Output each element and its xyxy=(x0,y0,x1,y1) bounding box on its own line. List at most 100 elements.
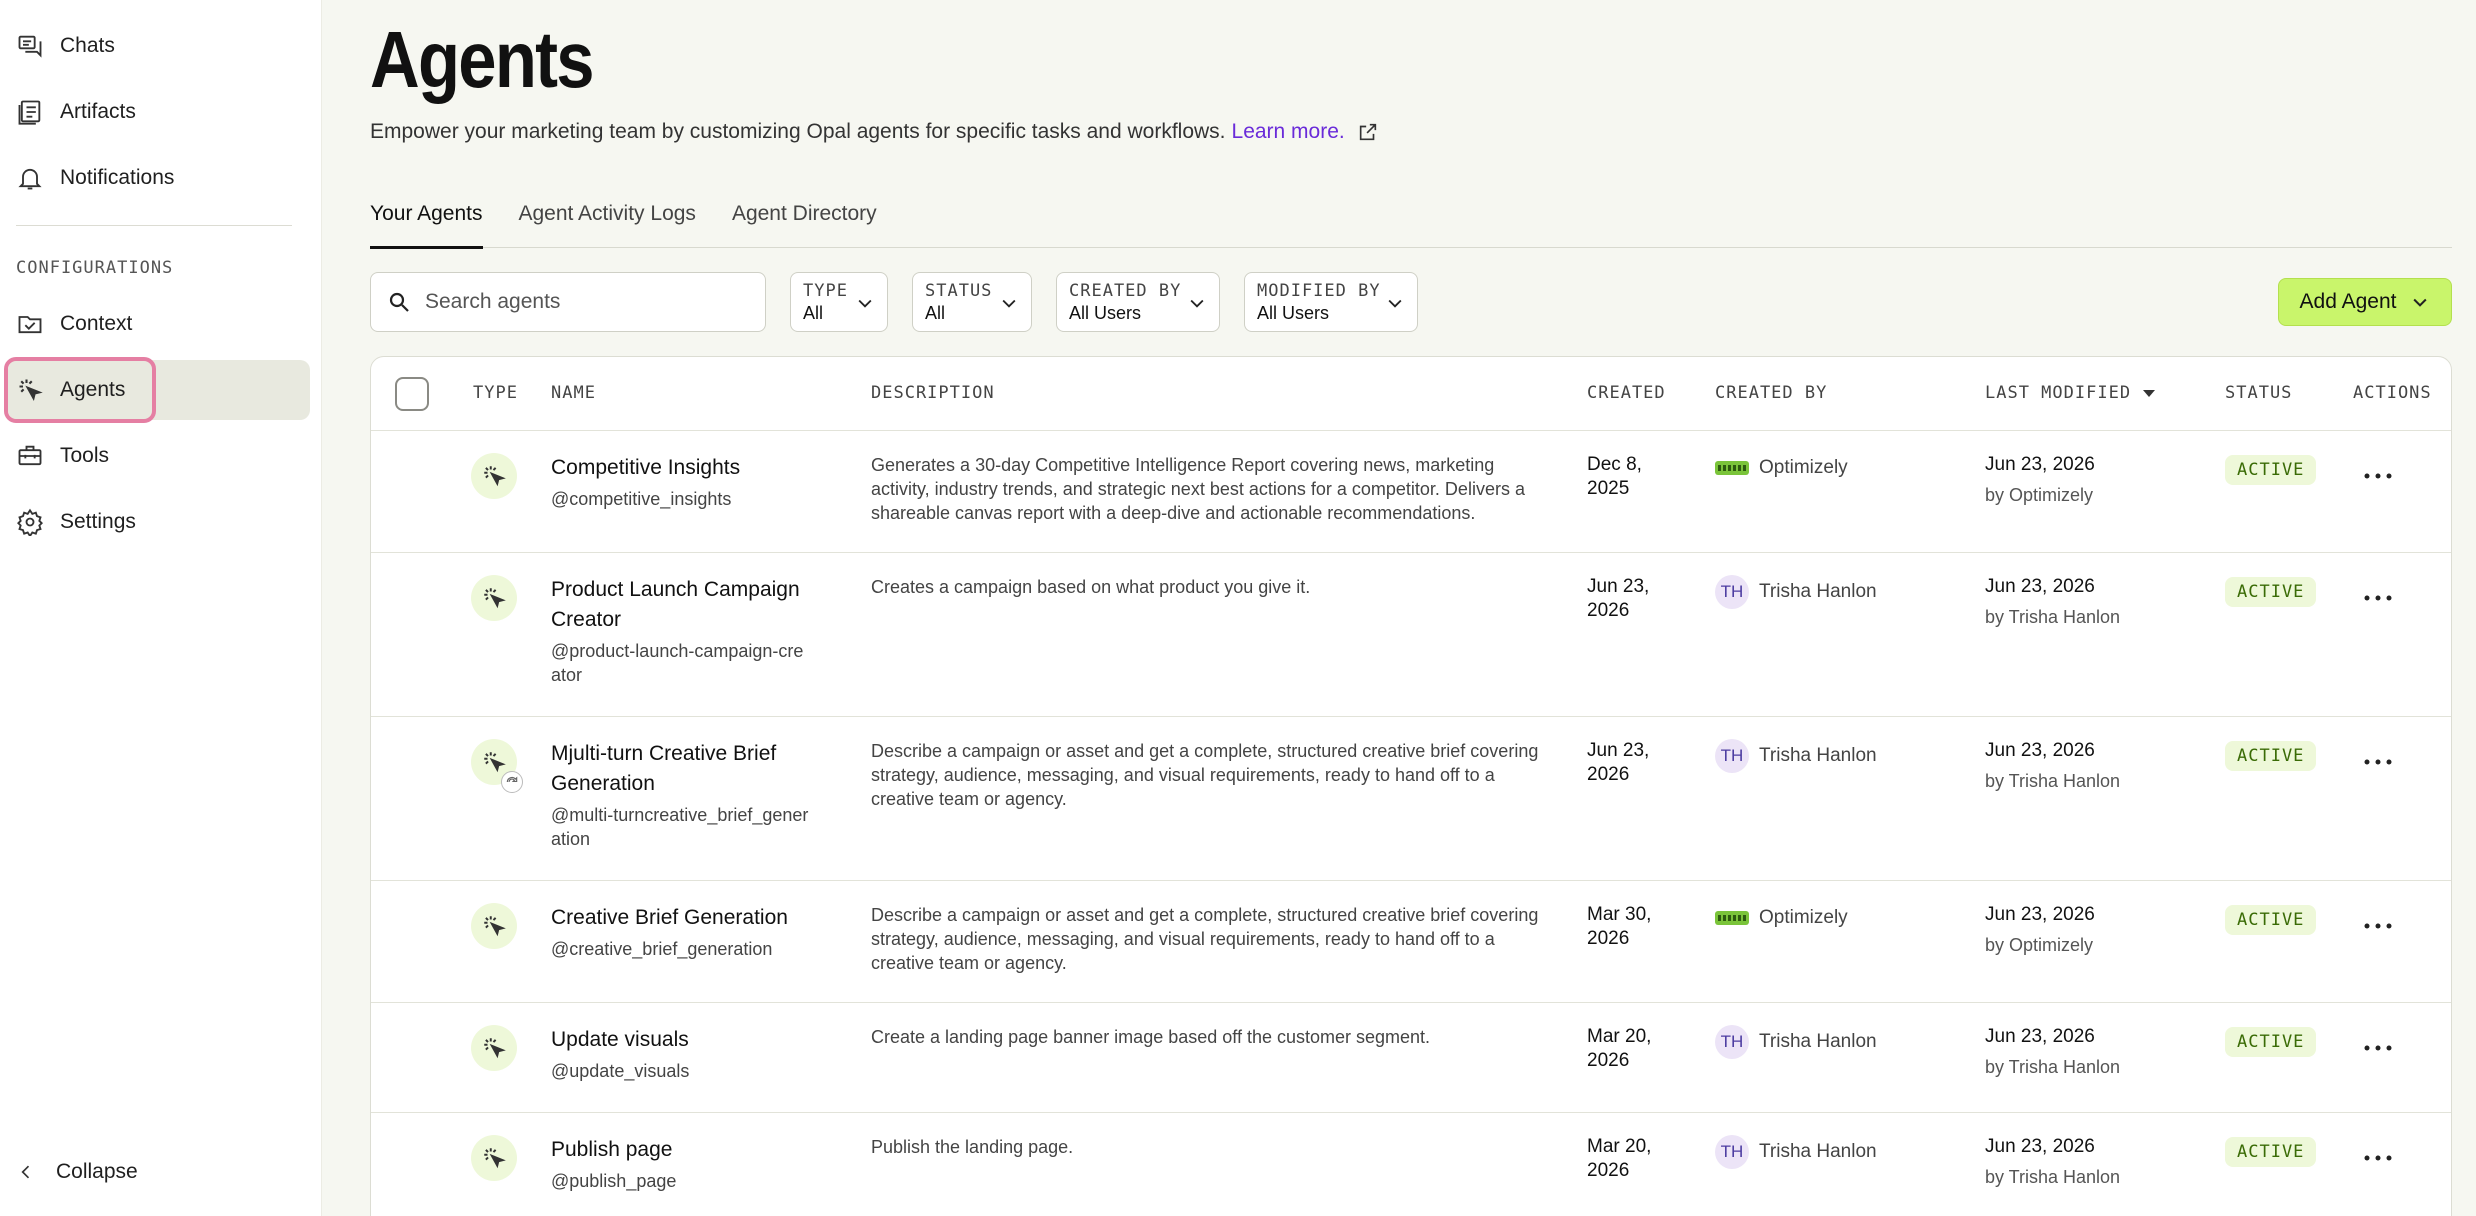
avatar: TH xyxy=(1715,1025,1749,1059)
sidebar-item-tools[interactable]: Tools xyxy=(8,426,310,486)
tab-bar: Your Agents Agent Activity Logs Agent Di… xyxy=(370,198,2452,249)
filter-status[interactable]: STATUS All xyxy=(912,272,1032,332)
agent-name[interactable]: Update visuals xyxy=(551,1025,811,1055)
table-row[interactable]: Creative Brief Generation @creative_brie… xyxy=(371,881,2451,1003)
table-row[interactable]: Product Launch Campaign Creator @product… xyxy=(371,553,2451,717)
agent-name[interactable]: Product Launch Campaign Creator xyxy=(551,575,811,635)
creator-name: Trisha Hanlon xyxy=(1759,1141,1877,1162)
status-badge: ACTIVE xyxy=(2225,741,2317,771)
sidebar: Chats Artifacts Notifications CONFIGURAT… xyxy=(0,0,322,1216)
external-link-icon[interactable] xyxy=(1357,121,1379,143)
modified-by: by Trisha Hanlon xyxy=(1985,607,2121,627)
row-actions-button[interactable] xyxy=(2363,1149,2403,1169)
sidebar-item-agents[interactable]: Agents xyxy=(4,357,310,423)
focus-ring xyxy=(4,357,156,423)
agent-name[interactable]: Publish page xyxy=(551,1135,811,1165)
sidebar-item-label: Notifications xyxy=(60,166,175,189)
column-header-label: LAST MODIFIED xyxy=(1985,383,2132,403)
row-actions-button[interactable] xyxy=(2363,467,2403,487)
row-actions-button[interactable] xyxy=(2363,1039,2403,1059)
created-by: TH Trisha Hanlon xyxy=(1715,739,1877,773)
multi-turn-icon xyxy=(501,771,523,793)
filter-created-by[interactable]: CREATED BY All Users xyxy=(1056,272,1220,332)
modified-date: Jun 23, 2026 xyxy=(1985,904,2095,925)
created-date: Mar 20, 2026 xyxy=(1587,1026,1652,1071)
sidebar-item-label: Context xyxy=(60,312,133,335)
search-box[interactable] xyxy=(370,272,766,332)
creator-name: Optimizely xyxy=(1759,457,1848,478)
filter-modified-by[interactable]: MODIFIED BY All Users xyxy=(1244,272,1418,332)
last-modified: Jun 23, 2026 by Trisha Hanlon xyxy=(1985,1025,2120,1079)
sidebar-item-label: Chats xyxy=(60,34,115,57)
row-actions-button[interactable] xyxy=(2363,589,2403,609)
column-header-name[interactable]: NAME xyxy=(551,383,596,403)
toolbox-icon xyxy=(18,445,42,466)
agent-handle: @update_visuals xyxy=(551,1061,690,1081)
agent-name[interactable]: Creative Brief Generation xyxy=(551,903,811,933)
modified-date: Jun 23, 2026 xyxy=(1985,454,2095,475)
sidebar-divider xyxy=(16,225,292,226)
context-icon xyxy=(18,316,42,334)
last-modified: Jun 23, 2026 by Trisha Hanlon xyxy=(1985,739,2120,793)
status-badge: ACTIVE xyxy=(2225,905,2317,935)
agent-handle: @product-launch-campaign-creator xyxy=(551,641,804,685)
last-modified: Jun 23, 2026 by Optimizely xyxy=(1985,903,2095,957)
created-by: TH Trisha Hanlon xyxy=(1715,1135,1877,1169)
agent-type-icon xyxy=(471,903,517,949)
table-row[interactable]: Update visuals @update_visuals Create a … xyxy=(371,1003,2451,1113)
column-header-status[interactable]: STATUS xyxy=(2225,383,2292,403)
column-header-description: DESCRIPTION xyxy=(871,383,995,403)
main-content: Agents Empower your marketing team by cu… xyxy=(322,0,2476,1216)
row-actions-button[interactable] xyxy=(2363,917,2403,937)
agent-name[interactable]: Mjulti-turn Creative Brief Generation xyxy=(551,739,811,799)
column-header-created-by[interactable]: CREATED BY xyxy=(1715,383,1827,403)
sidebar-item-settings[interactable]: Settings xyxy=(8,492,310,552)
tab-your-agents[interactable]: Your Agents xyxy=(370,198,483,249)
column-header-last-modified[interactable]: LAST MODIFIED xyxy=(1985,383,2156,403)
agent-name[interactable]: Competitive Insights xyxy=(551,453,811,483)
table-row[interactable]: Publish page @publish_page Publish the l… xyxy=(371,1113,2451,1216)
avatar: TH xyxy=(1715,739,1749,773)
filter-value: All Users xyxy=(1257,303,1330,323)
add-agent-button[interactable]: Add Agent xyxy=(2278,278,2452,326)
creator-name: Trisha Hanlon xyxy=(1759,581,1877,602)
modified-by: by Optimizely xyxy=(1985,935,2094,955)
chat-icon xyxy=(18,35,42,58)
sort-desc-icon xyxy=(2143,389,2156,397)
chevron-down-icon xyxy=(1002,299,1016,308)
agent-handle: @multi-turncreative_brief_generation xyxy=(551,805,809,849)
sidebar-item-notifications[interactable]: Notifications xyxy=(8,148,310,208)
column-header-type[interactable]: TYPE xyxy=(473,383,518,403)
optimizely-logo xyxy=(1715,461,1749,475)
tab-agent-directory[interactable]: Agent Directory xyxy=(732,198,877,248)
sidebar-item-context[interactable]: Context xyxy=(8,294,310,354)
more-horizontal-icon xyxy=(2364,923,2392,929)
sidebar-item-chats[interactable]: Chats xyxy=(8,16,310,76)
created-by: TH Trisha Hanlon xyxy=(1715,1025,1877,1059)
learn-more-link[interactable]: Learn more. xyxy=(1232,120,1345,144)
sidebar-item-artifacts[interactable]: Artifacts xyxy=(8,82,310,142)
chevron-down-icon xyxy=(1190,299,1204,308)
collapse-button[interactable]: Collapse xyxy=(16,1160,138,1184)
column-header-created[interactable]: CREATED xyxy=(1587,383,1666,403)
creator-name: Optimizely xyxy=(1759,907,1848,928)
search-icon xyxy=(389,292,409,312)
agent-description: Publish the landing page. xyxy=(871,1137,1074,1157)
more-horizontal-icon xyxy=(2364,1155,2392,1161)
search-input[interactable] xyxy=(425,290,745,314)
creator-name: Trisha Hanlon xyxy=(1759,745,1877,766)
agents-table: TYPE NAME DESCRIPTION CREATED CREATED BY… xyxy=(370,356,2452,1216)
table-row[interactable]: Competitive Insights @competitive_insigh… xyxy=(371,431,2451,553)
filter-type[interactable]: TYPE All xyxy=(790,272,888,332)
row-actions-button[interactable] xyxy=(2363,753,2403,773)
last-modified: Jun 23, 2026 by Trisha Hanlon xyxy=(1985,1135,2120,1189)
modified-date: Jun 23, 2026 xyxy=(1985,1026,2095,1047)
table-row[interactable]: Mjulti-turn Creative Brief Generation @m… xyxy=(371,717,2451,881)
tab-agent-activity-logs[interactable]: Agent Activity Logs xyxy=(519,198,696,248)
select-all-checkbox[interactable] xyxy=(395,377,429,411)
created-date: Mar 30, 2026 xyxy=(1587,904,1652,949)
modified-by: by Trisha Hanlon xyxy=(1985,1057,2121,1077)
status-badge: ACTIVE xyxy=(2225,455,2317,485)
column-header-actions: ACTIONS xyxy=(2353,383,2432,403)
last-modified: Jun 23, 2026 by Optimizely xyxy=(1985,453,2095,507)
